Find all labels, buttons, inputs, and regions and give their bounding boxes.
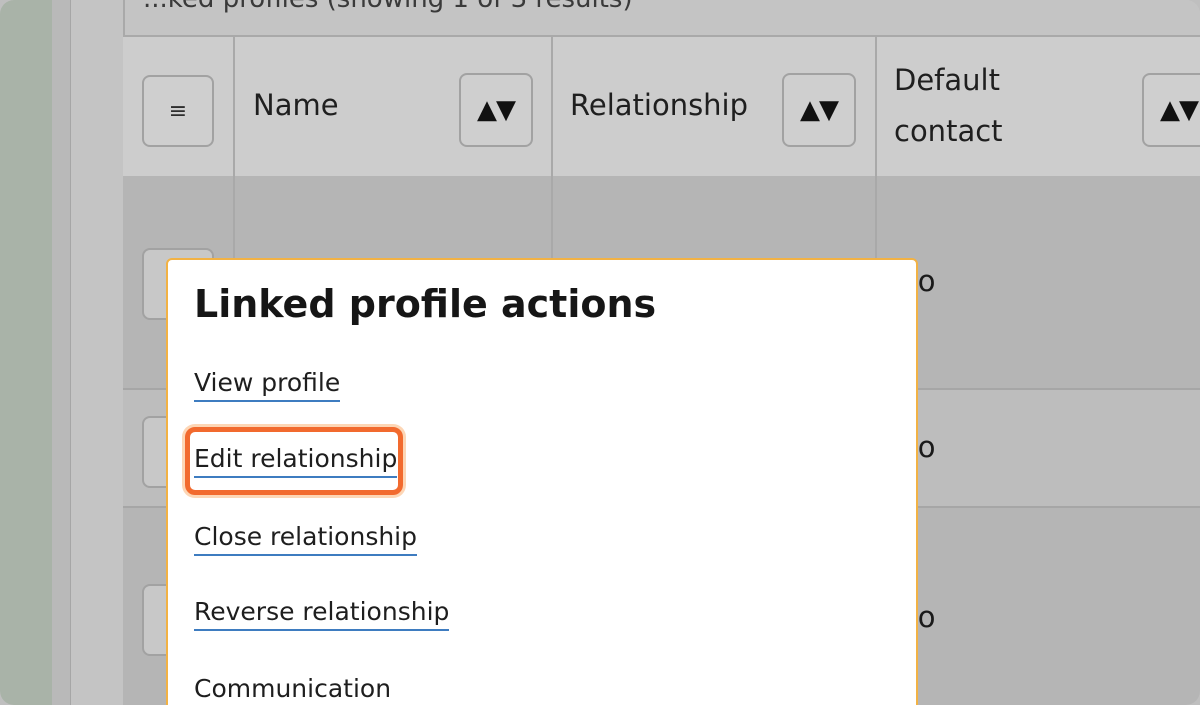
table-caption: ...ked profiles (showing 1 of 3 results) bbox=[143, 0, 633, 14]
close-relationship-link[interactable]: Close relationship bbox=[194, 522, 417, 556]
column-header-relationship: Relationship bbox=[570, 88, 749, 122]
sort-relationship-button[interactable]: ▲▼ bbox=[782, 73, 856, 147]
table-header-row: ≡ Name ▲▼ Relationship ▲▼ Default contac… bbox=[123, 35, 1200, 178]
column-header-default-contact-line2: contact bbox=[894, 114, 1003, 148]
side-panel bbox=[0, 0, 52, 705]
sort-default-contact-button[interactable]: ▲▼ bbox=[1142, 73, 1200, 147]
sort-icon: ▲▼ bbox=[477, 95, 516, 125]
view-profile-link[interactable]: View profile bbox=[194, 368, 341, 402]
sort-icon: ▲▼ bbox=[1160, 95, 1199, 125]
side-panel-border bbox=[52, 0, 71, 705]
communication-link[interactable]: Communication bbox=[194, 674, 391, 705]
menu-icon: ≡ bbox=[168, 98, 188, 124]
column-header-name: Name bbox=[253, 88, 339, 122]
popup-title: Linked profile actions bbox=[194, 282, 657, 326]
edit-relationship-highlight bbox=[185, 427, 403, 495]
reverse-relationship-link[interactable]: Reverse relationship bbox=[194, 597, 450, 631]
column-menu-button[interactable]: ≡ bbox=[142, 75, 214, 147]
screen: ...ked profiles (showing 1 of 3 results)… bbox=[0, 0, 1200, 705]
column-header-default-contact-line1: Default bbox=[894, 63, 1000, 97]
sort-icon: ▲▼ bbox=[800, 95, 839, 125]
sort-name-button[interactable]: ▲▼ bbox=[459, 73, 533, 147]
